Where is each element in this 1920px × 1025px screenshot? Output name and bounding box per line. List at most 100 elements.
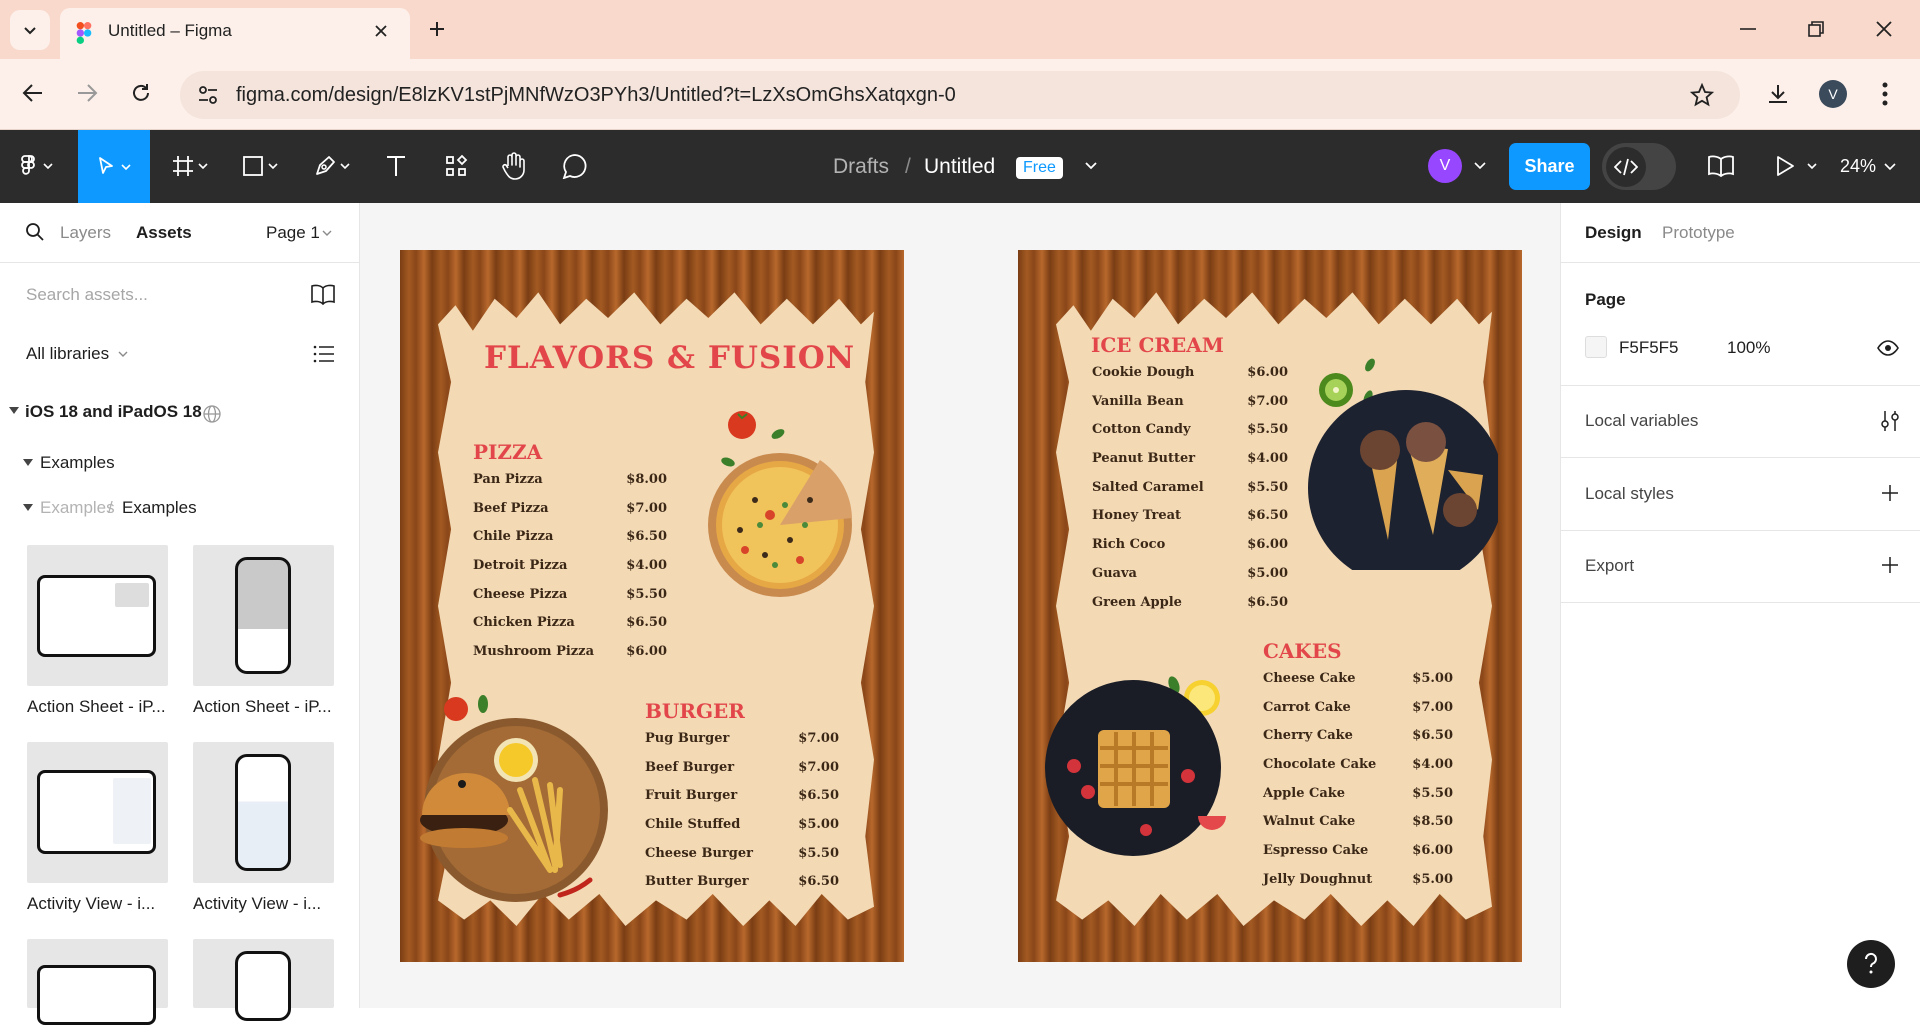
page-color-value[interactable]: F5F5F5	[1619, 338, 1679, 358]
more-menu-icon[interactable]	[1882, 82, 1888, 106]
move-tool-button[interactable]	[78, 130, 150, 203]
present-play-icon[interactable]	[1774, 154, 1822, 178]
text-tool-button[interactable]	[376, 148, 416, 184]
tab-prototype[interactable]: Prototype	[1662, 223, 1735, 243]
menu-frame-1[interactable]: FLAVORS & FUSION PIZZA Pan Pizza $8.00 Be…	[400, 250, 904, 962]
cakes-list: Cheese Cake $5.00 Carrot Cake $7.00 Cherry…	[1263, 671, 1453, 901]
asset-thumbnail[interactable]	[27, 939, 168, 1025]
list-item: Beef Pizza $7.00	[473, 500, 667, 516]
sub-group-name[interactable]: Examples	[122, 498, 197, 518]
list-item: Rich Coco $6.00	[1092, 537, 1288, 553]
site-settings-icon[interactable]	[198, 86, 218, 104]
new-tab-icon[interactable]	[428, 20, 446, 38]
asset-label: Action Sheet - iP...	[193, 697, 332, 716]
zoom-chevron-icon[interactable]	[1884, 162, 1896, 172]
multiplayer-chevron-icon[interactable]	[1474, 161, 1486, 171]
close-tab-icon[interactable]	[374, 24, 388, 38]
list-item: Chile Stuffed $5.00	[645, 817, 839, 833]
close-window-icon[interactable]	[1876, 21, 1892, 37]
list-view-icon[interactable]	[313, 344, 335, 364]
sub-group-separator: /	[108, 498, 113, 517]
hand-tool-button[interactable]	[494, 148, 534, 184]
export-label[interactable]: Export	[1585, 556, 1634, 576]
pen-icon	[316, 156, 350, 175]
divider	[0, 262, 360, 263]
tab-design[interactable]: Design	[1585, 223, 1642, 243]
forward-icon[interactable]	[76, 83, 98, 103]
menu-frame-2[interactable]: ICE CREAM Cookie Dough $6.00 Vanilla Bean…	[1018, 250, 1522, 962]
local-variables-label[interactable]: Local variables	[1585, 411, 1698, 431]
tab-list-button[interactable]	[10, 10, 50, 50]
caret-down-icon[interactable]	[23, 504, 33, 512]
add-export-icon[interactable]	[1881, 556, 1899, 574]
chevron-down-icon[interactable]	[322, 229, 332, 237]
tab-assets[interactable]: Assets	[136, 223, 192, 243]
file-menu-chevron-icon[interactable]	[1084, 161, 1098, 171]
resources-button[interactable]	[436, 148, 476, 184]
pen-tool-button[interactable]	[308, 148, 358, 184]
list-item: Green Apple $6.50	[1092, 594, 1288, 610]
pizza-list: Pan Pizza $8.00 Beef Pizza $7.00 Chile Piz…	[473, 472, 667, 673]
search-icon[interactable]	[26, 223, 44, 241]
eye-icon[interactable]	[1877, 340, 1899, 356]
question-mark-icon	[1864, 952, 1877, 974]
shape-tool-button[interactable]	[236, 148, 286, 184]
list-item: Walnut Cake $8.50	[1263, 814, 1453, 830]
asset-thumbnail[interactable]	[27, 742, 168, 883]
back-icon[interactable]	[22, 83, 44, 103]
asset-thumbnail[interactable]	[193, 742, 334, 883]
profile-avatar[interactable]: V	[1819, 80, 1847, 108]
book-icon[interactable]	[310, 284, 336, 306]
asset-thumbnail[interactable]	[27, 545, 168, 686]
local-styles-label[interactable]: Local styles	[1585, 484, 1674, 504]
zoom-level[interactable]: 24%	[1840, 156, 1876, 177]
design-canvas[interactable]: FLAVORS & FUSION PIZZA Pan Pizza $8.00 Be…	[360, 203, 1560, 1008]
text-icon	[387, 156, 405, 176]
add-style-icon[interactable]	[1881, 484, 1899, 502]
address-bar[interactable]: figma.com/design/E8lzKV1stPjMNfWzO3PYh3/…	[180, 71, 1740, 119]
iphone-frame	[235, 557, 291, 674]
list-item: Peanut Butter $4.00	[1092, 451, 1288, 467]
main-menu-button[interactable]	[12, 148, 62, 184]
restore-icon[interactable]	[1808, 21, 1824, 37]
comment-icon	[562, 154, 587, 179]
divider	[1561, 457, 1920, 458]
library-book-icon[interactable]	[1707, 154, 1735, 178]
library-name[interactable]: iOS 18 and iPadOS 18	[25, 402, 202, 422]
breadcrumb-drafts[interactable]: Drafts	[833, 155, 889, 179]
asset-thumbnail[interactable]	[193, 545, 334, 686]
list-item: Honey Treat $6.50	[1092, 508, 1288, 524]
variables-settings-icon[interactable]	[1879, 409, 1901, 433]
frame-tool-button[interactable]	[166, 148, 216, 184]
url-text: figma.com/design/E8lzKV1stPjMNfWzO3PYh3/…	[236, 84, 956, 106]
file-name[interactable]: Untitled	[924, 155, 995, 179]
page-selector[interactable]: Page 1	[266, 223, 320, 243]
libraries-select[interactable]: All libraries	[26, 344, 109, 364]
tab-layers[interactable]: Layers	[60, 223, 111, 243]
page-opacity-value[interactable]: 100%	[1727, 338, 1770, 358]
browser-tab[interactable]: Untitled – Figma	[60, 8, 410, 59]
search-assets-input[interactable]: Search assets...	[26, 285, 148, 305]
minimize-icon[interactable]	[1740, 28, 1756, 30]
reload-icon[interactable]	[130, 82, 152, 104]
help-button[interactable]	[1847, 940, 1895, 988]
caret-down-icon[interactable]	[23, 459, 33, 467]
list-item: Cheese Cake $5.00	[1263, 671, 1453, 686]
page-color-swatch[interactable]	[1585, 336, 1607, 358]
asset-thumbnail[interactable]	[193, 939, 334, 1021]
download-icon[interactable]	[1766, 82, 1790, 106]
share-button[interactable]: Share	[1509, 143, 1590, 190]
dev-mode-toggle[interactable]	[1602, 143, 1676, 190]
user-avatar[interactable]: V	[1428, 149, 1462, 183]
plan-badge[interactable]: Free	[1016, 157, 1063, 179]
asset-label: Activity View - i...	[193, 894, 322, 913]
chevron-down-icon[interactable]	[118, 350, 128, 358]
caret-down-icon[interactable]	[9, 407, 19, 415]
asset-label: Activity View - i...	[27, 894, 156, 913]
bookmark-star-icon[interactable]	[1690, 83, 1714, 107]
list-item: Detroit Pizza $4.00	[473, 558, 667, 574]
list-item: Chocolate Cake $4.00	[1263, 757, 1453, 773]
group-examples[interactable]: Examples	[40, 453, 115, 473]
comment-tool-button[interactable]	[555, 148, 595, 184]
list-item: Espresso Cake $6.00	[1263, 843, 1453, 859]
